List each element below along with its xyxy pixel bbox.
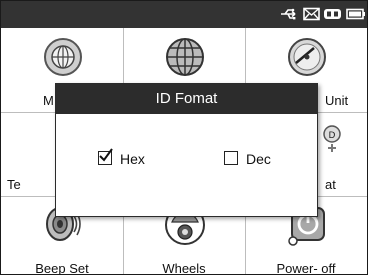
id-format-dialog: ID Fomat Hex Dec	[55, 83, 318, 217]
hex-label: Hex	[120, 151, 145, 167]
tile-label: at	[325, 177, 336, 192]
tile-label: Te	[7, 177, 21, 192]
option-hex[interactable]: Hex	[98, 148, 158, 168]
tile-label: Power- off	[276, 261, 336, 275]
globe-network-icon	[42, 36, 84, 78]
option-dec[interactable]: Dec	[224, 150, 284, 168]
battery-icon	[346, 6, 366, 22]
dec-label: Dec	[246, 151, 271, 167]
battery-linked-icon	[323, 6, 343, 22]
tile-label: Unit	[325, 93, 349, 108]
device-screen: M Unit Te D at Beep Set Wheels Power- of…	[0, 0, 368, 275]
tile-label: Beep Set	[35, 261, 89, 275]
gauge-icon	[286, 36, 328, 78]
id-format-icon: D	[317, 124, 347, 154]
status-bar	[1, 1, 367, 28]
mail-icon	[303, 6, 320, 22]
dec-checkbox[interactable]	[224, 151, 238, 165]
svg-text:D: D	[329, 131, 336, 141]
hex-checkbox[interactable]	[98, 148, 113, 165]
globe-grid-icon	[164, 36, 206, 78]
dialog-title: ID Fomat	[56, 84, 317, 114]
usb-icon	[280, 6, 300, 22]
tile-label: Wheels	[162, 261, 206, 275]
